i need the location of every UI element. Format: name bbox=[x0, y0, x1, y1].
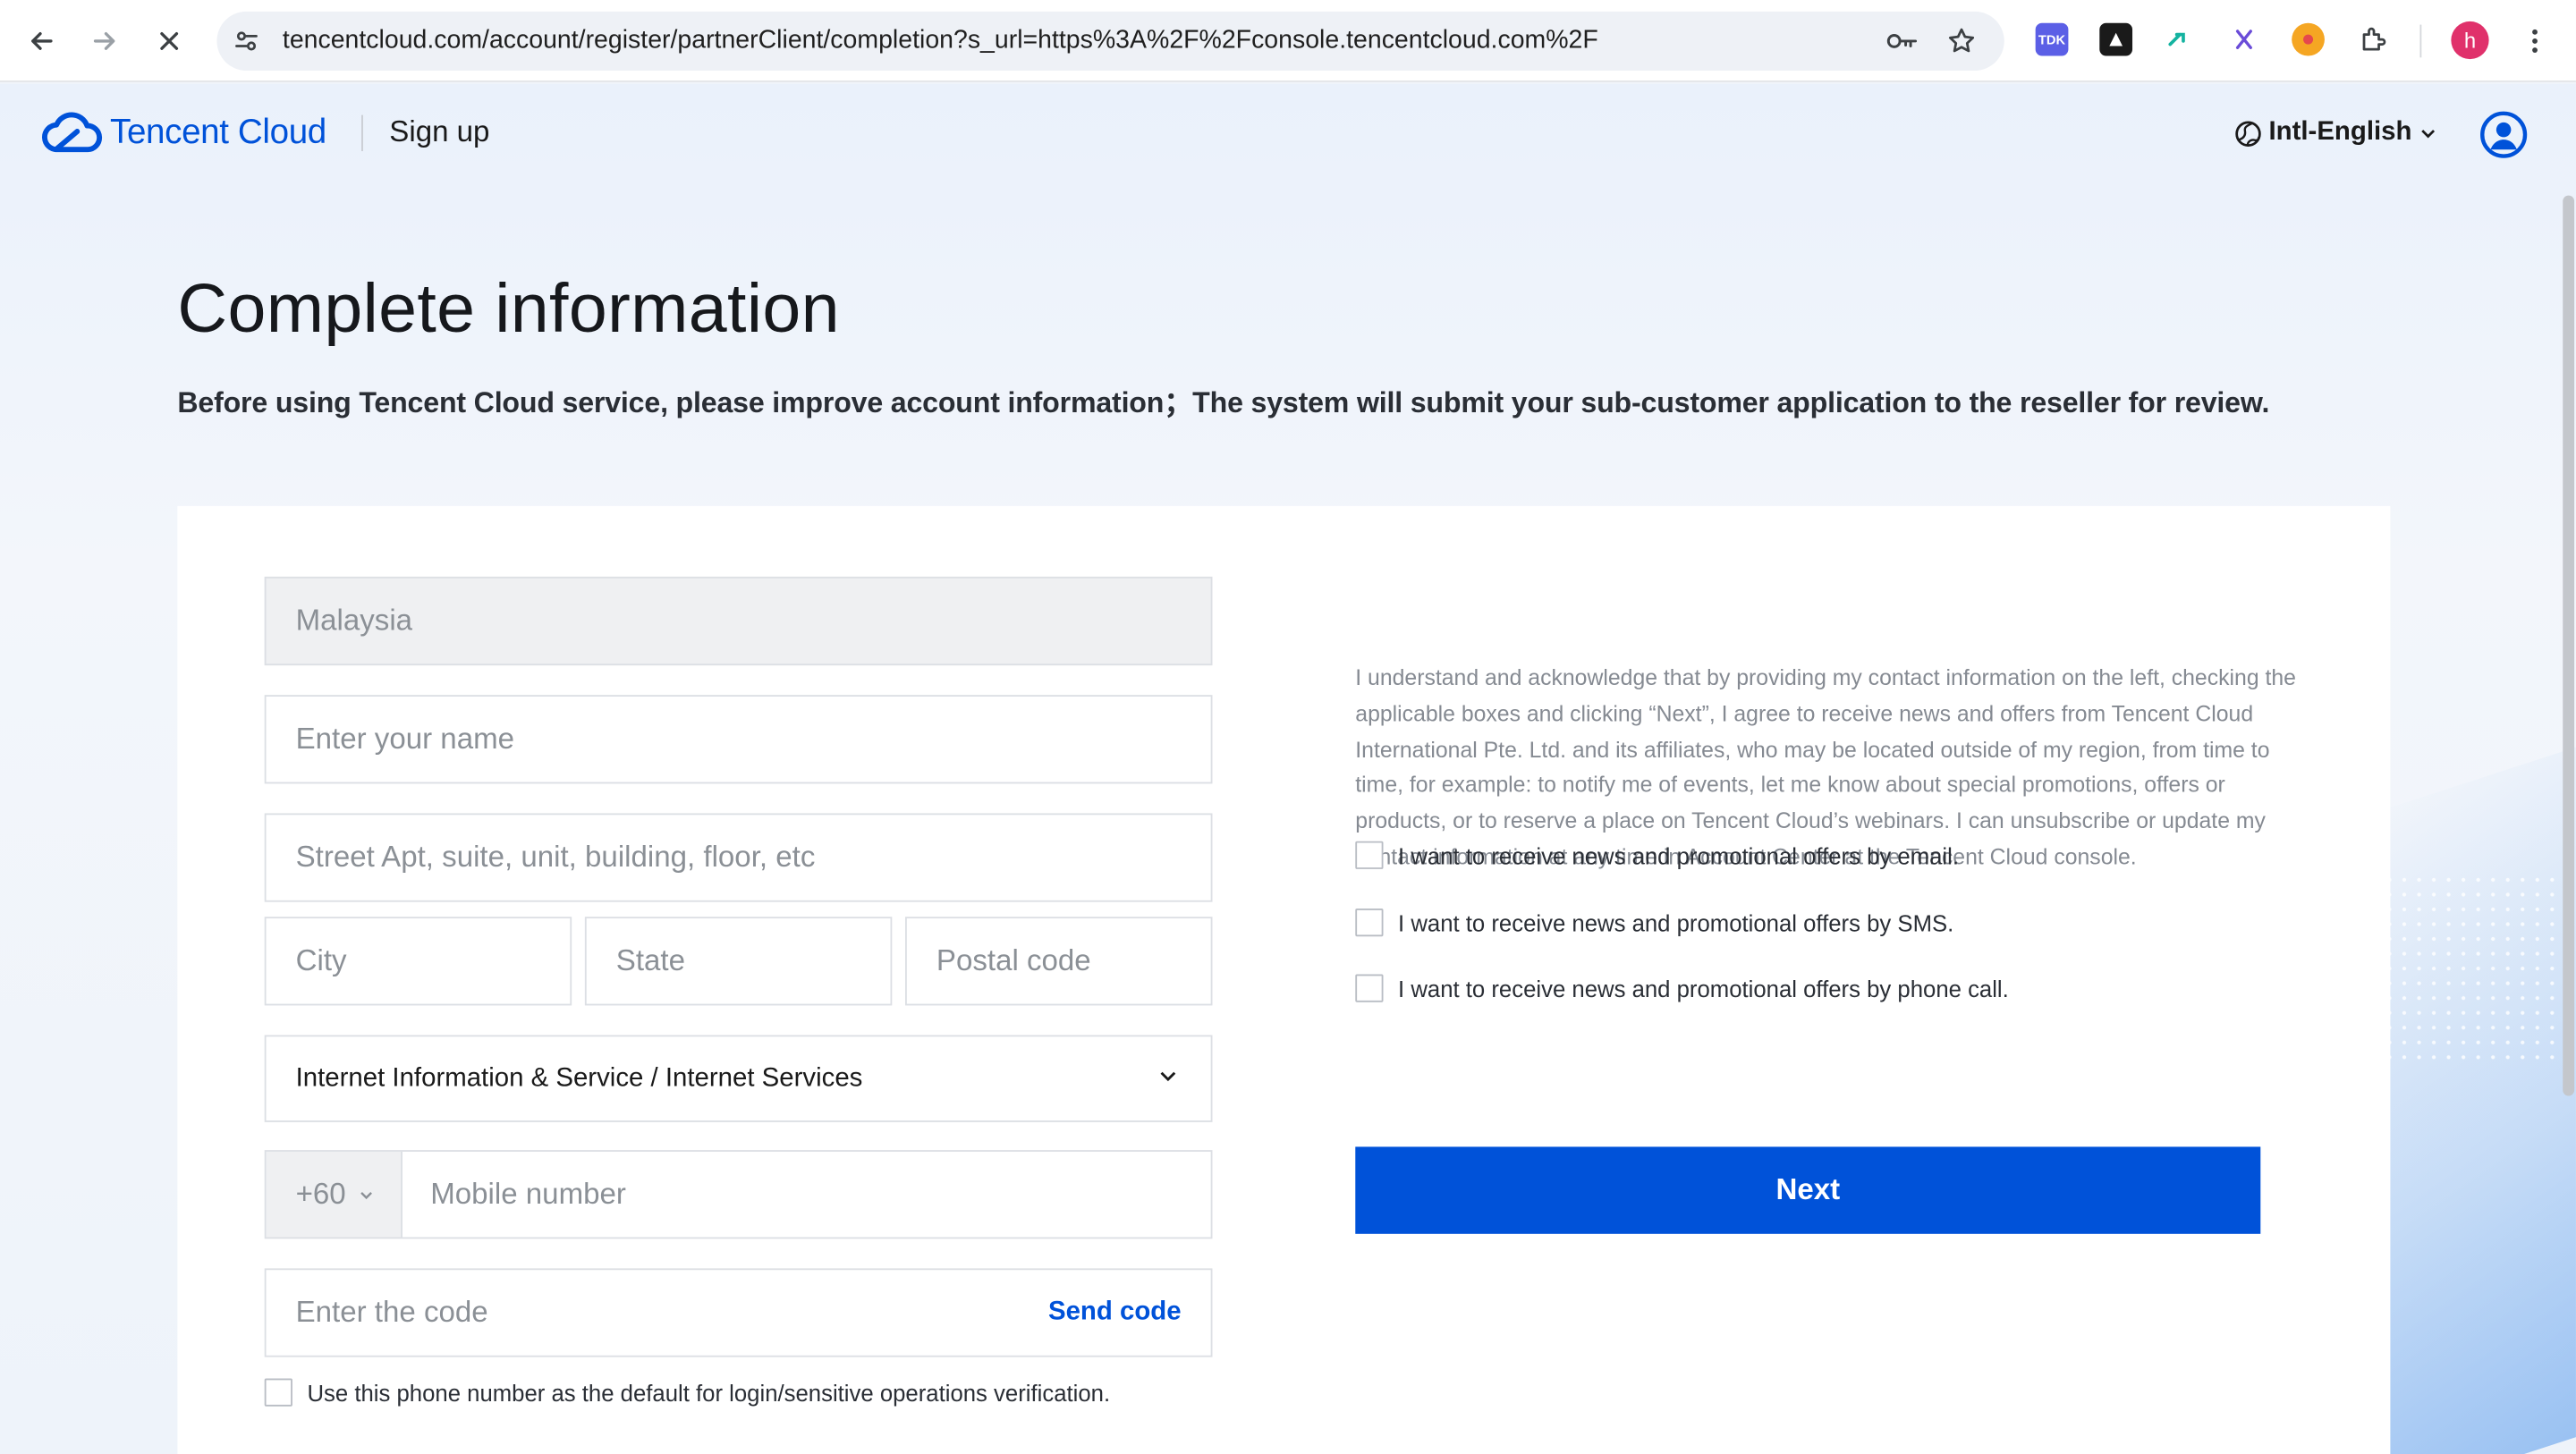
extensions-puzzle-icon[interactable] bbox=[2358, 23, 2391, 56]
state-placeholder: State bbox=[615, 943, 685, 977]
site-info-icon[interactable] bbox=[230, 25, 263, 58]
back-icon[interactable] bbox=[16, 16, 65, 65]
postal-placeholder: Postal code bbox=[936, 943, 1091, 977]
page: Tencent Cloud Sign up Intl-English Compl… bbox=[0, 83, 2576, 1454]
mobile-placeholder: Mobile number bbox=[430, 1177, 626, 1211]
sms-offers-checkbox[interactable] bbox=[1355, 909, 1384, 937]
cloud-logo-icon bbox=[42, 112, 103, 153]
extension-x-icon[interactable] bbox=[2228, 23, 2261, 56]
phone-offers-label: I want to receive news and promotional o… bbox=[1398, 976, 2009, 1002]
chevron-down-icon bbox=[360, 1192, 372, 1200]
city-placeholder: City bbox=[295, 943, 347, 977]
brand-name: Tencent Cloud bbox=[110, 113, 326, 152]
background-dots bbox=[2382, 872, 2563, 1070]
page-label: Sign up bbox=[389, 114, 490, 148]
user-account-icon[interactable] bbox=[2479, 110, 2529, 159]
chevron-down-icon bbox=[1158, 1064, 1178, 1094]
send-code-button[interactable]: Send code bbox=[1048, 1298, 1182, 1327]
browser-menu-icon[interactable] bbox=[2510, 16, 2559, 65]
state-field[interactable]: State bbox=[584, 917, 893, 1006]
page-title: Complete information bbox=[177, 269, 840, 347]
country-code-value: +60 bbox=[296, 1177, 374, 1212]
extension-dark-icon[interactable] bbox=[2099, 22, 2133, 56]
extension-orange-icon[interactable] bbox=[2292, 22, 2325, 56]
country-value: Malaysia bbox=[295, 604, 413, 637]
header-divider bbox=[361, 114, 363, 152]
address-bar[interactable]: tencentcloud.com/account/register/partne… bbox=[216, 11, 2004, 72]
globe-icon bbox=[2235, 120, 2261, 147]
stop-loading-icon[interactable] bbox=[145, 16, 194, 65]
mobile-field[interactable]: +60 Mobile number bbox=[264, 1150, 1213, 1239]
extension-arrow-icon[interactable] bbox=[2164, 23, 2197, 56]
extension-tdk-label: TDK bbox=[2038, 31, 2066, 47]
chevron-down-icon bbox=[2421, 130, 2436, 139]
address-url[interactable]: tencentcloud.com/account/register/partne… bbox=[283, 26, 1598, 55]
screen: tencentcloud.com/account/register/partne… bbox=[0, 0, 2576, 1454]
country-code-text: +60 bbox=[295, 1177, 346, 1211]
verification-code-field[interactable]: Enter the code Send code bbox=[264, 1268, 1213, 1357]
password-key-icon[interactable] bbox=[1886, 25, 1919, 58]
page-subtitle: Before using Tencent Cloud service, plea… bbox=[177, 385, 2270, 419]
profile-avatar[interactable]: h bbox=[2451, 21, 2489, 60]
default-phone-checkbox[interactable] bbox=[264, 1378, 292, 1407]
language-selector[interactable]: Intl-English bbox=[2234, 118, 2438, 148]
profile-initial: h bbox=[2463, 28, 2477, 53]
browser-toolbar: tencentcloud.com/account/register/partne… bbox=[0, 0, 2576, 82]
next-button[interactable]: Next bbox=[1355, 1146, 2261, 1234]
forward-icon[interactable] bbox=[80, 16, 130, 65]
code-placeholder: Enter the code bbox=[295, 1295, 488, 1329]
city-field[interactable]: City bbox=[264, 917, 572, 1006]
phone-offers-checkbox[interactable] bbox=[1355, 974, 1384, 1002]
country-field: Malaysia bbox=[264, 576, 1213, 666]
bookmark-star-icon[interactable] bbox=[1945, 25, 1979, 58]
tencent-cloud-logo[interactable]: Tencent Cloud bbox=[41, 110, 326, 156]
toolbar-divider bbox=[2419, 24, 2422, 58]
street-field[interactable]: Street Apt, suite, unit, building, floor… bbox=[264, 813, 1213, 902]
industry-value: Internet Information & Service / Interne… bbox=[295, 1063, 863, 1092]
name-placeholder: Enter your name bbox=[295, 722, 515, 756]
default-phone-label: Use this phone number as the default for… bbox=[307, 1380, 1111, 1407]
page-scrollbar[interactable] bbox=[2563, 195, 2575, 1096]
language-label: Intl-English bbox=[2268, 118, 2412, 147]
email-offers-label: I want to receive news and promotional o… bbox=[1398, 842, 1960, 869]
country-code-select[interactable]: +60 bbox=[266, 1151, 402, 1238]
email-offers-checkbox[interactable] bbox=[1355, 841, 1384, 869]
site-header: Tencent Cloud Sign up Intl-English bbox=[0, 84, 2576, 186]
postal-code-field[interactable]: Postal code bbox=[905, 917, 1213, 1006]
sms-offers-label: I want to receive news and promotional o… bbox=[1398, 909, 1954, 937]
industry-select[interactable]: Internet Information & Service / Interne… bbox=[264, 1035, 1213, 1122]
street-placeholder: Street Apt, suite, unit, building, floor… bbox=[295, 840, 816, 874]
name-field[interactable]: Enter your name bbox=[264, 695, 1213, 784]
extension-tdk-icon[interactable]: TDK bbox=[2035, 22, 2069, 56]
